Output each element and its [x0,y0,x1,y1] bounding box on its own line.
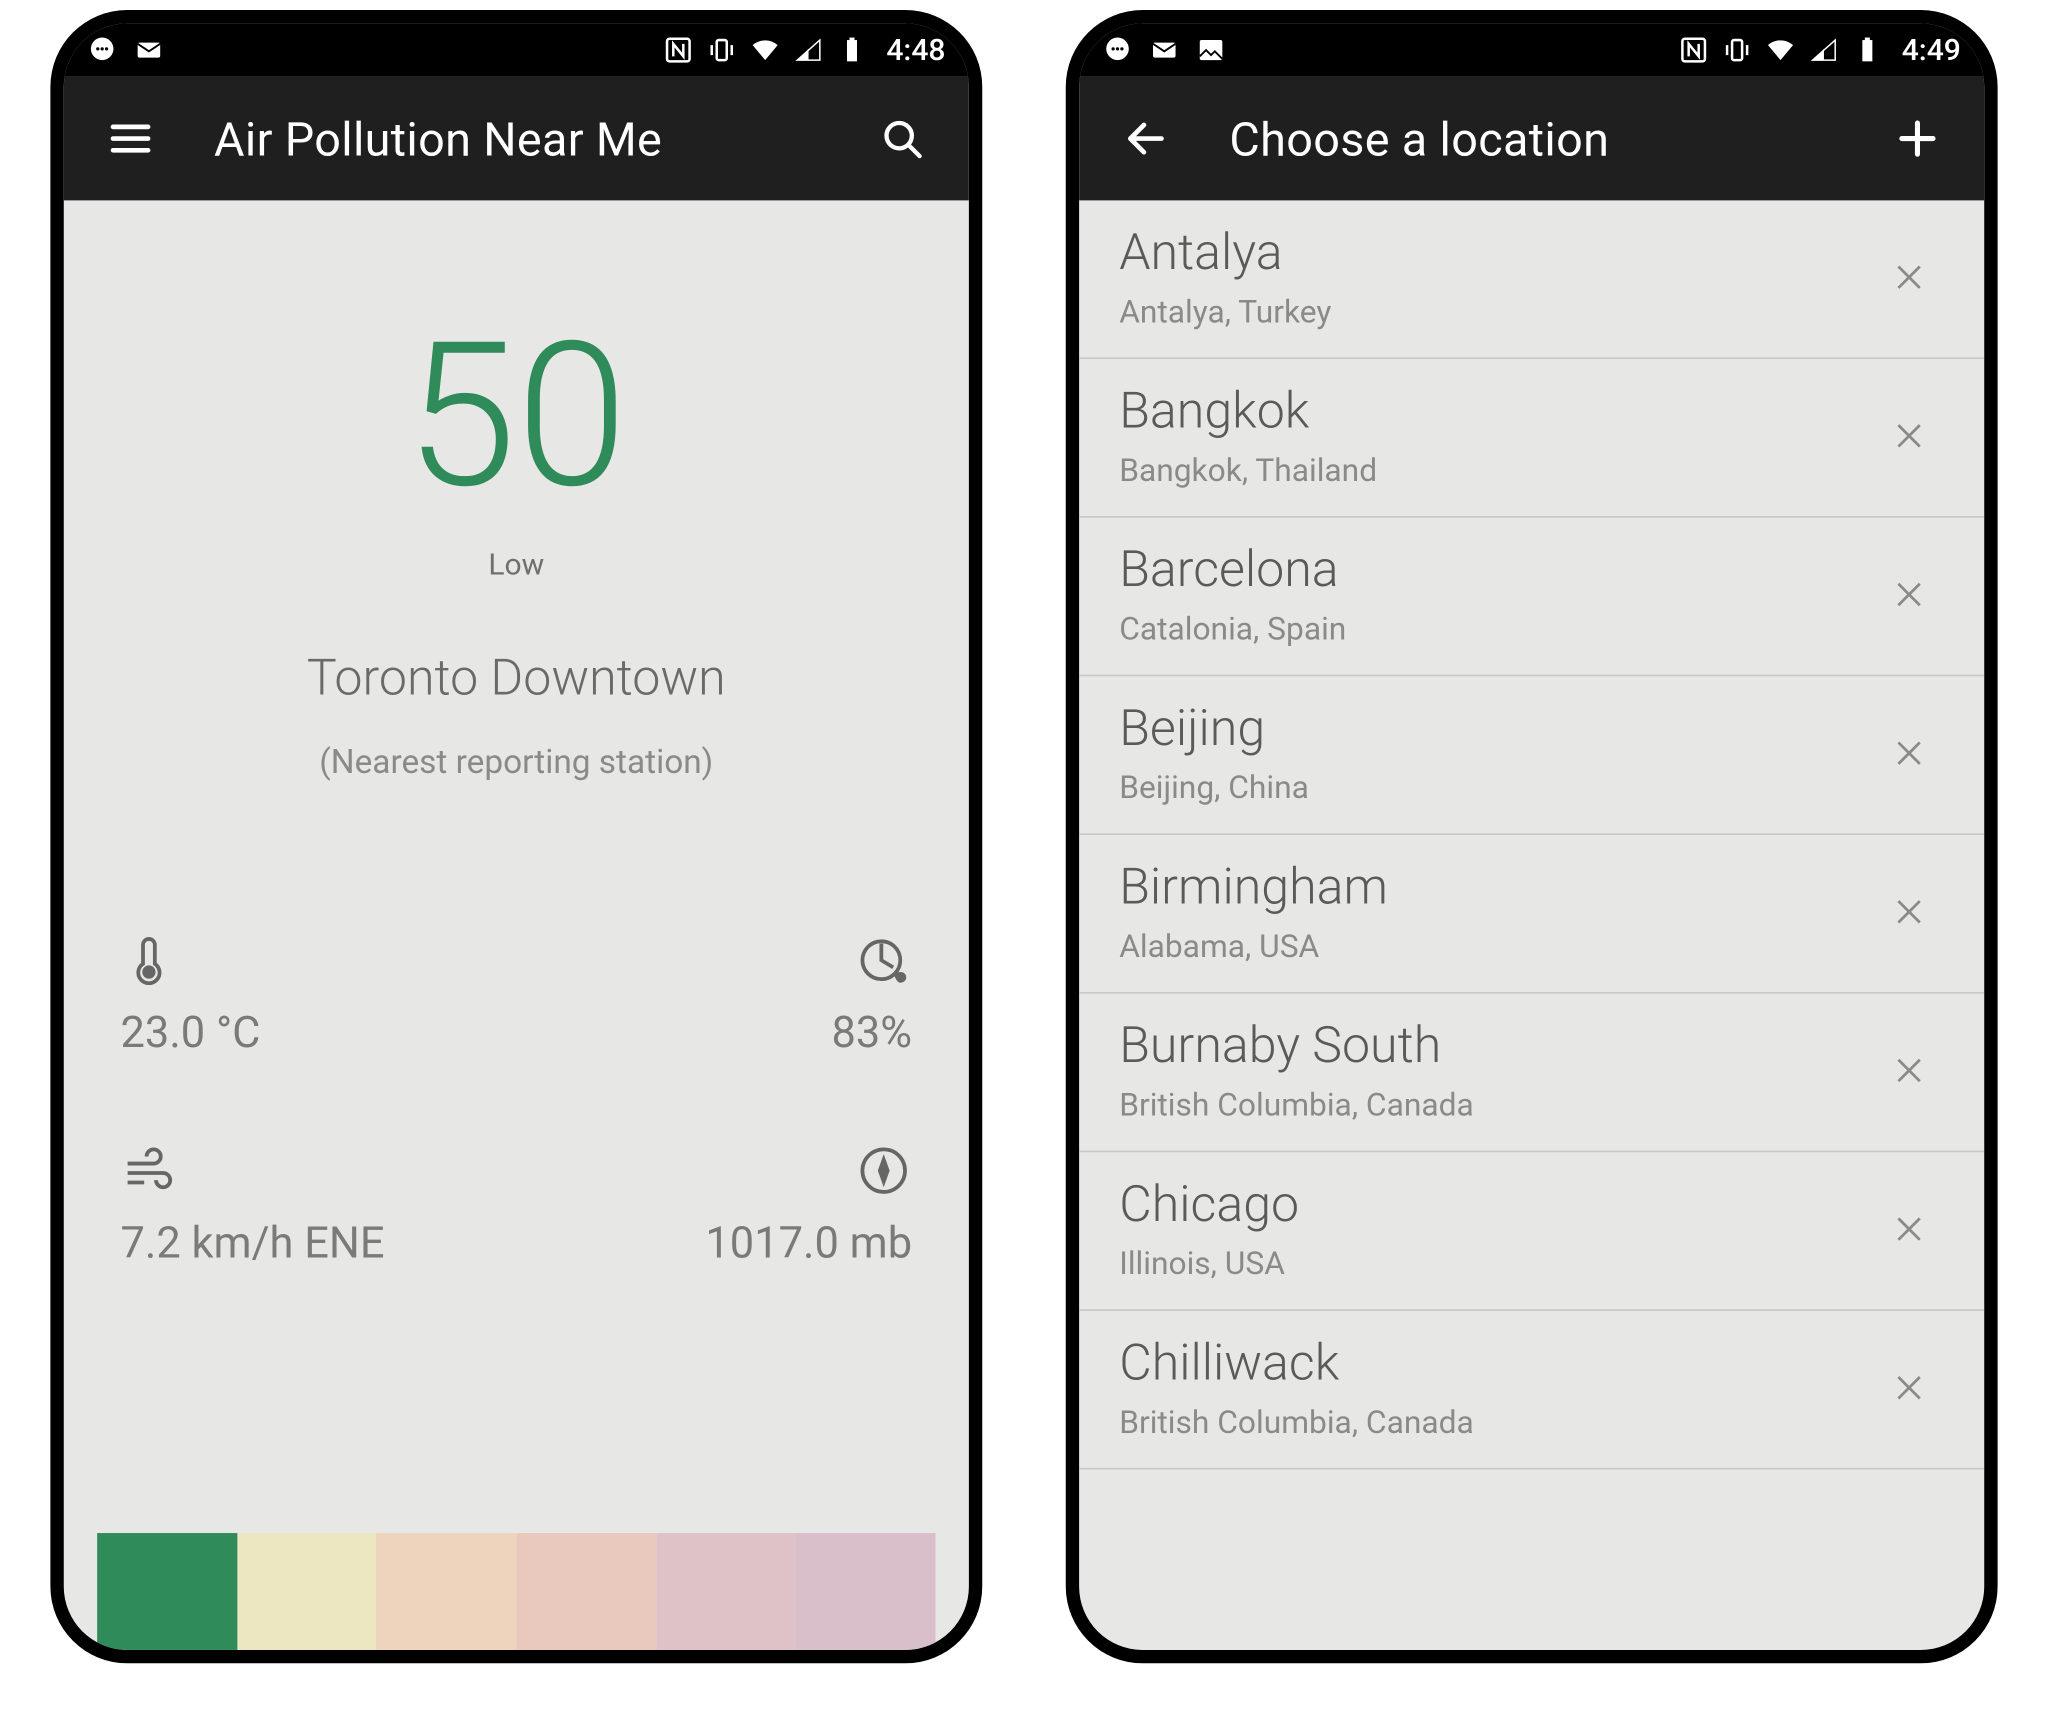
nfc-icon [1678,35,1708,65]
location-item[interactable]: Beijing Beijing, China [1079,676,1984,835]
phone-frame-main: 4:48 Air Pollution Near Me 50 Low Toront… [50,10,982,1663]
wifi-icon [1765,35,1795,65]
battery-icon [1852,35,1882,65]
location-region: Antalya, Turkey [1119,292,1854,330]
location-item[interactable]: Barcelona Catalonia, Spain [1079,518,1984,677]
cell-signal-icon [1808,35,1838,65]
location-region: Catalonia, Spain [1119,610,1854,648]
humidity-value: 83% [831,1009,912,1059]
location-region: British Columbia, Canada [1119,1403,1854,1441]
app-title: Choose a location [1229,111,1834,166]
scale-swatch-5 [656,1533,796,1650]
station-name: Toronto Downtown [307,650,726,708]
location-city: Chicago [1119,1176,1854,1234]
location-region: British Columbia, Canada [1119,1085,1854,1123]
remove-location-button[interactable] [1874,718,1944,788]
scale-swatch-1 [97,1533,237,1650]
location-city: Chilliwack [1119,1334,1854,1392]
cell-signal-icon [793,35,823,65]
scale-swatch-3 [377,1533,517,1650]
notification-image-icon [1196,35,1226,65]
remove-location-button[interactable] [1874,1353,1944,1423]
scale-swatch-2 [237,1533,377,1650]
temperature-stat: 23.0 °C [121,932,517,1059]
location-region: Beijing, China [1119,768,1854,806]
location-item[interactable]: Burnaby South British Columbia, Canada [1079,994,1984,1153]
remove-location-button[interactable] [1874,242,1944,312]
location-city: Birmingham [1119,858,1854,916]
app-bar: Air Pollution Near Me [64,77,969,201]
humidity-stat: 83% [516,932,912,1059]
add-location-button[interactable] [1881,102,1954,175]
location-city: Antalya [1119,224,1854,282]
status-time: 4:49 [1902,33,1961,68]
search-button[interactable] [865,102,938,175]
pressure-stat: 1017.0 mb [516,1142,912,1269]
aqi-color-scale [97,1533,935,1650]
wind-value: 7.2 km/h ENE [121,1219,517,1269]
scale-swatch-6 [796,1533,936,1650]
location-item[interactable]: Antalya Antalya, Turkey [1079,200,1984,359]
location-region: Alabama, USA [1119,927,1854,965]
notification-mail-icon [1149,35,1179,65]
menu-button[interactable] [94,102,167,175]
status-bar: 4:49 [1079,23,1984,76]
back-button[interactable] [1109,102,1182,175]
compass-icon [855,1142,912,1199]
remove-location-button[interactable] [1874,877,1944,947]
location-item[interactable]: Chicago Illinois, USA [1079,1152,1984,1311]
remove-location-button[interactable] [1874,1035,1944,1105]
scale-swatch-4 [516,1533,656,1650]
app-title: Air Pollution Near Me [214,111,819,166]
app-bar: Choose a location [1079,77,1984,201]
notification-chat-icon [1102,35,1132,65]
remove-location-button[interactable] [1874,1194,1944,1264]
location-region: Illinois, USA [1119,1244,1854,1282]
location-item[interactable]: Chilliwack British Columbia, Canada [1079,1311,1984,1470]
wifi-icon [749,35,779,65]
nfc-icon [663,35,693,65]
phone-frame-locations: 4:49 Choose a location Antalya Antalya, T… [1066,10,1998,1663]
aqi-level: Low [488,548,544,583]
vibrate-icon [1721,35,1751,65]
battery-icon [836,35,866,65]
thermometer-icon [121,932,517,989]
remove-location-button[interactable] [1874,559,1944,629]
location-item[interactable]: Birmingham Alabama, USA [1079,835,1984,994]
location-city: Burnaby South [1119,1017,1854,1075]
location-city: Barcelona [1119,541,1854,599]
location-city: Beijing [1119,700,1854,758]
wind-stat: 7.2 km/h ENE [121,1142,517,1269]
location-item[interactable]: Bangkok Bangkok, Thailand [1079,359,1984,518]
notification-mail-icon [134,35,164,65]
location-region: Bangkok, Thailand [1119,451,1854,489]
station-note: (Nearest reporting station) [319,741,713,781]
status-bar: 4:48 [64,23,969,76]
aqi-value: 50 [405,317,627,517]
vibrate-icon [706,35,736,65]
location-city: Bangkok [1119,382,1854,440]
temperature-value: 23.0 °C [121,1009,517,1059]
notification-chat-icon [87,35,117,65]
pressure-value: 1017.0 mb [705,1219,912,1269]
status-time: 4:48 [886,33,945,68]
remove-location-button[interactable] [1874,401,1944,471]
wind-icon [121,1142,517,1199]
humidity-icon [855,932,912,989]
